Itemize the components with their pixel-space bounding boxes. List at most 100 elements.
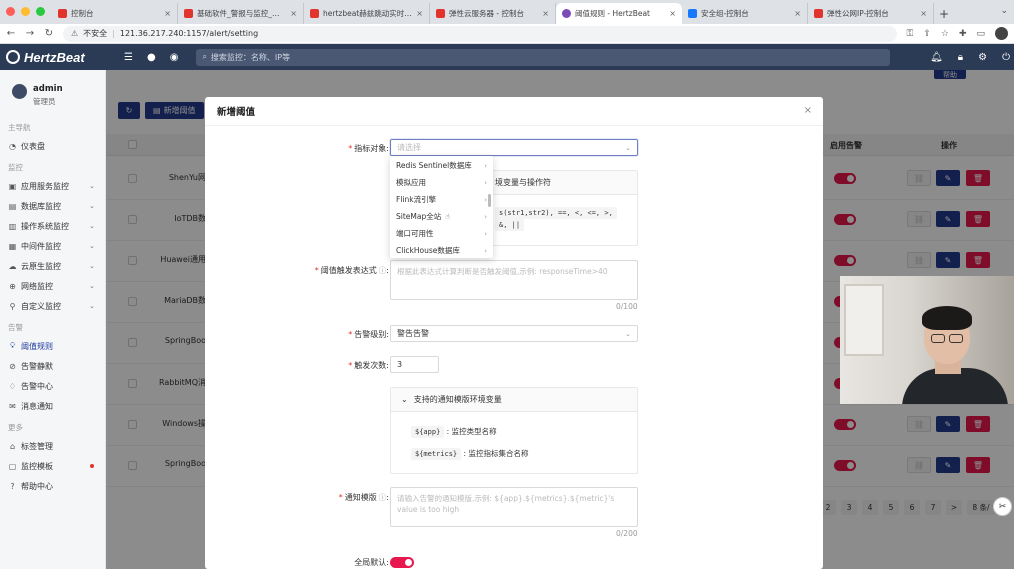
insecure-label: 不安全 xyxy=(83,29,108,38)
network-icon: ⊕ xyxy=(9,281,16,291)
browser-tab[interactable]: 弹性公网IP-控制台 × xyxy=(808,3,934,24)
sidebar-section-title: 主导航 xyxy=(8,123,31,132)
expression-textarea[interactable]: 根据此表达式计算判断是否触发阈值,示例: responseTime>40 xyxy=(390,260,638,300)
browser-tab[interactable]: 控制台 × xyxy=(52,3,178,24)
question-icon[interactable]: ⓘ xyxy=(379,493,387,502)
dropdown-option[interactable]: Flink流引擎 › xyxy=(390,191,493,208)
sidebar-item-custom-monitor[interactable]: ⚲ 自定义监控 ⌄ xyxy=(0,296,105,316)
key-icon[interactable]: ⚿ xyxy=(906,29,913,39)
lock-icon[interactable]: 🔒︎ xyxy=(958,52,963,63)
chevron-down-icon: ⌄ xyxy=(89,182,95,190)
expression-count: 0/100 xyxy=(616,302,638,311)
sidebar-toggle-icon[interactable]: ▭ xyxy=(976,29,985,39)
forward-icon[interactable]: → xyxy=(25,28,35,39)
sidebar-item-tags[interactable]: ⌂ 标签管理 xyxy=(0,436,105,456)
sidebar-item-middleware-monitor[interactable]: ▦ 中间件监控 ⌄ xyxy=(0,236,105,256)
metric-dropdown: Redis Sentinel数据库 › 模拟应用 › Flink流引擎 › SiteM… xyxy=(390,156,493,258)
template-textarea[interactable]: 请输入告警的通知模版,示例: ${app}.${metrics}.${metri… xyxy=(390,487,638,527)
huawei-cloud-icon xyxy=(436,9,445,18)
new-tab-button[interactable]: + xyxy=(934,3,954,24)
sidebar-item-db-monitor[interactable]: ▤ 数据库监控 ⌄ xyxy=(0,196,105,216)
back-icon[interactable]: ← xyxy=(6,28,16,39)
chevron-right-icon: › xyxy=(484,229,487,238)
settings-gear-icon[interactable]: ⚙ xyxy=(978,52,987,63)
dropdown-option[interactable]: 模拟应用 › xyxy=(390,174,493,191)
dropdown-option[interactable]: ClickHouse数据库 › xyxy=(390,242,493,259)
sidebar-item-cloud-monitor[interactable]: ☁ 云原生监控 ⌄ xyxy=(0,256,105,276)
monitor-search-input[interactable]: ⌕ 搜索监控：名称、IP等 xyxy=(196,48,891,66)
global-default-label: 全局默认: xyxy=(354,558,389,567)
sidebar-section-title: 更多 xyxy=(8,423,23,432)
user-role: 管理员 xyxy=(33,97,56,106)
dropdown-option[interactable]: 端口可用性 › xyxy=(390,225,493,242)
floating-tool-icon[interactable]: ✂ xyxy=(993,497,1012,516)
maximize-window-button[interactable] xyxy=(36,7,45,16)
close-window-button[interactable] xyxy=(6,7,15,16)
modal-title: 新增阈值 xyxy=(205,97,823,126)
window-controls xyxy=(6,7,45,16)
browser-tab[interactable]: hertzbeat赫兹跳动实时监控_监× xyxy=(304,3,430,24)
close-tab-icon[interactable]: × xyxy=(164,9,171,18)
minimize-window-button[interactable] xyxy=(21,7,30,16)
close-tab-icon[interactable]: × xyxy=(669,9,676,18)
trigger-times-input[interactable]: 3 xyxy=(390,356,439,373)
sidebar-item-os-monitor[interactable]: ▥ 操作系统监控 ⌄ xyxy=(0,216,105,236)
env-operators-line: &, || xyxy=(495,219,525,231)
avatar[interactable] xyxy=(12,84,27,99)
alert-level-select[interactable]: 警告告警 ⌄ xyxy=(390,325,638,342)
sidebar-item-alert-center[interactable]: ♢ 告警中心 xyxy=(0,376,105,396)
template-panel-header[interactable]: ⌄ 支持的通知模版环境变量 xyxy=(391,388,637,412)
sidebar-item-threshold-rules[interactable]: 💡︎ 阈值规则 xyxy=(0,336,105,356)
dropdown-option[interactable]: SiteMap全站 ☝ › xyxy=(390,208,493,225)
sidebar-item-help[interactable]: ? 帮助中心 xyxy=(0,476,105,496)
sidebar-item-templates[interactable]: ▢ 监控模板 xyxy=(0,456,105,476)
os-icon: ▥ xyxy=(8,221,17,231)
menu-toggle-icon[interactable]: ☰ xyxy=(124,52,133,63)
close-tab-icon[interactable]: × xyxy=(290,9,297,18)
close-icon[interactable]: × xyxy=(804,105,812,116)
browser-tab[interactable]: 安全组-控制台 × xyxy=(682,3,808,24)
tab-search-icon[interactable]: ⌄ xyxy=(1000,6,1008,16)
sidebar-item-app-monitor[interactable]: ▣ 应用服务监控 ⌄ xyxy=(0,176,105,196)
app-header: HertzBeat ☰ ● ◉ ⌕ 搜索监控：名称、IP等 🔔︎ 🔒︎ ⚙ ⏻ xyxy=(0,44,1014,70)
browser-tab[interactable]: 弹性云服务器 - 控制台 × xyxy=(430,3,556,24)
logout-icon[interactable]: ⏻ xyxy=(1002,52,1010,63)
reload-icon[interactable]: ↻ xyxy=(44,28,54,39)
pointer-cursor-icon: ☝ xyxy=(445,212,450,221)
sidebar-item-network-monitor[interactable]: ⊕ 网络监控 ⌄ xyxy=(0,276,105,296)
extensions-icon[interactable]: ✚ xyxy=(959,29,967,39)
share-icon[interactable]: ⇪ xyxy=(923,29,931,39)
close-tab-icon[interactable]: × xyxy=(920,9,927,18)
browser-tab-active[interactable]: 阈值规则 - HertzBeat × xyxy=(556,3,682,24)
github-icon[interactable]: ● xyxy=(147,52,156,63)
url-input[interactable]: ⚠ 不安全 | 121.36.217.240:1157/alert/settin… xyxy=(63,25,898,42)
app-icon: ▣ xyxy=(8,181,17,191)
chevron-down-icon: ⌄ xyxy=(401,395,408,404)
global-default-switch[interactable] xyxy=(390,557,414,568)
notification-bell-icon[interactable]: 🔔︎ xyxy=(930,52,943,63)
profile-avatar[interactable] xyxy=(995,27,1008,40)
mute-icon: ⊘ xyxy=(9,361,16,371)
question-icon[interactable]: ⓘ xyxy=(379,266,387,275)
sidebar-item-dashboard[interactable]: ◔ 仪表盘 xyxy=(0,136,105,156)
dropdown-option[interactable]: Redis Sentinel数据库 › xyxy=(390,157,493,174)
sidebar-item-message-notify[interactable]: ✉ 消息通知 xyxy=(0,396,105,416)
template-variables-panel: ⌄ 支持的通知模版环境变量 ${app} : 监控类型名称 ${metrics} … xyxy=(390,387,638,474)
chevron-down-icon: ⌄ xyxy=(625,143,631,152)
hertzbeat-logo[interactable]: HertzBeat xyxy=(0,50,112,65)
star-icon[interactable]: ☆ xyxy=(941,29,949,39)
warning-icon: ⚠ xyxy=(71,29,79,38)
huawei-cloud-icon xyxy=(814,9,823,18)
chevron-down-icon: ⌄ xyxy=(89,282,95,290)
metric-select[interactable]: 请选择 ⌄ xyxy=(390,139,638,156)
user-info: admin 管理员 xyxy=(0,70,105,116)
close-tab-icon[interactable]: × xyxy=(794,9,801,18)
chevron-down-icon: ⌄ xyxy=(625,329,631,338)
gitee-icon[interactable]: ◉ xyxy=(170,52,179,63)
browser-tab[interactable]: 基础软件_警报与监控_云商店-华× xyxy=(178,3,304,24)
sidebar-item-alert-silence[interactable]: ⊘ 告警静默 xyxy=(0,356,105,376)
dropdown-scrollbar[interactable] xyxy=(488,194,491,207)
close-tab-icon[interactable]: × xyxy=(542,9,549,18)
close-tab-icon[interactable]: × xyxy=(416,9,423,18)
add-threshold-modal: 新增阈值 × * 指标对象: 请选择 ⌄ 境变量与操作符 s(str1,str2)… xyxy=(205,97,823,569)
